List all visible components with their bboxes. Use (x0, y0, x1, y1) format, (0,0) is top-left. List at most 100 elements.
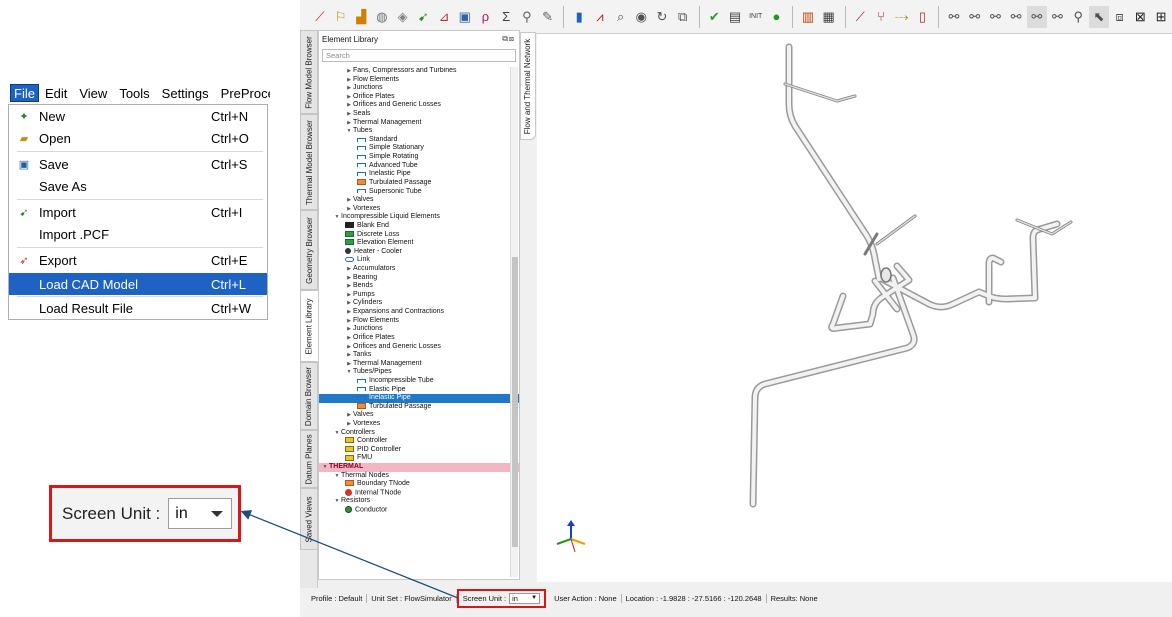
chevron-right-icon[interactable]: ▶ (345, 119, 353, 128)
tree-item[interactable]: Elastic Pipe (319, 386, 519, 395)
tree-item[interactable]: ▶ Orifices and Generic Losses (319, 343, 519, 352)
tab-flow-and-thermal-network[interactable]: Flow and Thermal Network (520, 32, 536, 140)
tree-item[interactable]: ▶ Orifice Plates (319, 93, 519, 102)
tree-item[interactable]: ▶ Valves (319, 411, 519, 420)
grid-icon[interactable]: ⊠ (1130, 6, 1150, 28)
tab-thermal-model-browser[interactable]: Thermal Model Browser (300, 114, 318, 210)
search-input[interactable]: Search (322, 49, 516, 62)
menu-tools[interactable]: Tools (113, 84, 155, 102)
menu-item-import-pcf[interactable]: Import .PCF (9, 223, 267, 245)
tree-item[interactable]: PID Controller (319, 446, 519, 455)
check-icon[interactable]: ✔ (704, 6, 724, 28)
tree-item[interactable]: Boundary TNode (319, 480, 519, 489)
tree-item[interactable]: ▼ Tubes/Pipes (319, 368, 519, 377)
find-icon[interactable]: ⌕ (611, 6, 631, 28)
run-icon[interactable]: ● (767, 6, 787, 28)
view-icon[interactable]: ◉ (631, 6, 651, 28)
probe-icon[interactable]: ⚲ (1068, 6, 1088, 28)
table-icon[interactable]: ▦ (819, 6, 839, 28)
sum-icon[interactable]: Σ (496, 6, 516, 28)
tab-flow-model-browser[interactable]: Flow Model Browser (300, 30, 318, 114)
image-tool-icon[interactable]: ▣ (455, 6, 475, 28)
tree-item[interactable]: Inelastic Pipe (319, 394, 519, 403)
tree-scrollbar[interactable] (510, 67, 518, 577)
tree-item[interactable]: ▼ Controllers (319, 429, 519, 438)
menu-item-new[interactable]: ✦ New Ctrl+N (9, 105, 267, 127)
tree-item[interactable]: ▶ Flow Elements (319, 317, 519, 326)
chevron-right-icon[interactable]: ▶ (345, 334, 353, 343)
tree-item[interactable]: ▶ Cylinders (319, 299, 519, 308)
chevron-right-icon[interactable]: ▶ (345, 291, 353, 300)
menu-settings[interactable]: Settings (156, 84, 215, 102)
split-tool-icon[interactable]: ⑂ (871, 6, 891, 28)
tree-item[interactable]: ▶ Vortexes (319, 205, 519, 214)
chevron-right-icon[interactable]: ▶ (345, 351, 353, 360)
graph-tool-icon[interactable]: ⊿ (434, 6, 454, 28)
tree-item[interactable]: Standard (319, 136, 519, 145)
edit-tool-icon[interactable]: ✎ (538, 6, 558, 28)
tab-datum-planes[interactable]: Datum Planes (300, 430, 318, 488)
chevron-right-icon[interactable]: ▶ (345, 93, 353, 102)
chevron-right-icon[interactable]: ▶ (345, 343, 353, 352)
tree-item[interactable]: Turbulated Passage (319, 179, 519, 188)
chevron-down-icon[interactable]: ▼ (333, 497, 341, 506)
cube-icon[interactable]: ◈ (393, 6, 413, 28)
menu-item-export[interactable]: ➶ Export Ctrl+E (9, 249, 267, 271)
plot-icon[interactable]: ⩘ (590, 6, 610, 28)
measure-distance-icon[interactable]: ⚯ (1026, 5, 1047, 28)
chevron-right-icon[interactable]: ▶ (345, 299, 353, 308)
chevron-right-icon[interactable]: ▶ (345, 274, 353, 283)
measure-center-icon[interactable]: ⚯ (986, 6, 1006, 28)
palette-icon[interactable]: ▮ (569, 6, 589, 28)
menu-item-save[interactable]: ▣ Save Ctrl+S (9, 153, 267, 175)
pin-icon[interactable]: ⚲ (517, 6, 537, 28)
line-tool-icon[interactable]: ⟋ (850, 6, 870, 28)
tree-item[interactable]: ▼ Incompressible Liquid Elements (319, 213, 519, 222)
tree-item[interactable]: ▶ Flow Elements (319, 76, 519, 85)
tab-geometry-browser[interactable]: Geometry Browser (300, 210, 318, 290)
tree-item[interactable]: ▶ Valves (319, 196, 519, 205)
tree-item[interactable]: Internal TNode (319, 488, 519, 498)
tree-item[interactable]: Heater - Cooler (319, 248, 519, 257)
tree-item[interactable]: ▶ Thermal Management (319, 360, 519, 369)
tree-item[interactable]: Link (319, 256, 519, 265)
chevron-right-icon[interactable]: ▶ (345, 411, 353, 420)
menu-file[interactable]: File (10, 84, 39, 102)
measure-icon[interactable]: ⚯ (944, 6, 964, 28)
tree-item[interactable]: ▶ Thermal Management (319, 119, 519, 128)
curve-tool-icon[interactable]: ρ (476, 6, 496, 28)
tree-item[interactable]: Blank End (319, 222, 519, 231)
chevron-down-icon[interactable]: ▼ (333, 429, 341, 438)
callout-screen-unit-dropdown[interactable]: in (168, 498, 233, 529)
tree-item[interactable]: ▶ Pumps (319, 291, 519, 300)
tree-item[interactable]: FMU (319, 454, 519, 463)
tree-item[interactable]: ▼ Resistors (319, 497, 519, 506)
tree-item[interactable]: Elevation Element (319, 239, 519, 248)
menu-preprocess[interactable]: PreProce (215, 84, 270, 102)
measure-edge-icon[interactable]: ⚯ (965, 6, 985, 28)
chevron-right-icon[interactable]: ▶ (345, 110, 353, 119)
copy-icon[interactable]: ⧉ (673, 6, 693, 28)
bar-chart-icon[interactable]: ▥ (798, 6, 818, 28)
report-icon[interactable]: ▤ (725, 6, 745, 28)
cylinder-icon[interactable]: ▯ (913, 6, 933, 28)
tree-item[interactable]: Inelastic Pipe (319, 170, 519, 179)
chevron-right-icon[interactable]: ▶ (345, 205, 353, 214)
chevron-right-icon[interactable]: ▶ (345, 265, 353, 274)
draw-line-icon[interactable]: ⟋ (310, 6, 330, 28)
menu-item-load-cad-model[interactable]: Load CAD Model Ctrl+L (9, 273, 267, 295)
chevron-right-icon[interactable]: ▶ (345, 101, 353, 110)
tree-item[interactable]: Supersonic Tube (319, 188, 519, 197)
3d-viewport[interactable] (537, 34, 1172, 582)
menu-item-save-as[interactable]: Save As (9, 175, 267, 197)
chevron-right-icon[interactable]: ▶ (345, 282, 353, 291)
chevron-down-icon[interactable]: ▼ (333, 472, 341, 481)
measure-plane-icon[interactable]: ⚯ (1006, 6, 1026, 28)
chevron-down-icon[interactable]: ▼ (321, 463, 329, 472)
tree-item[interactable]: Controller (319, 437, 519, 446)
panel-float-close-icon[interactable]: ⧉⊠ (502, 34, 515, 44)
node-tool-icon[interactable]: ⚐ (331, 6, 351, 28)
tree-item[interactable]: ▶ Orifices and Generic Losses (319, 101, 519, 110)
refresh-icon[interactable]: ↻ (652, 6, 672, 28)
tree-item[interactable]: ▶ Vortexes (319, 420, 519, 429)
